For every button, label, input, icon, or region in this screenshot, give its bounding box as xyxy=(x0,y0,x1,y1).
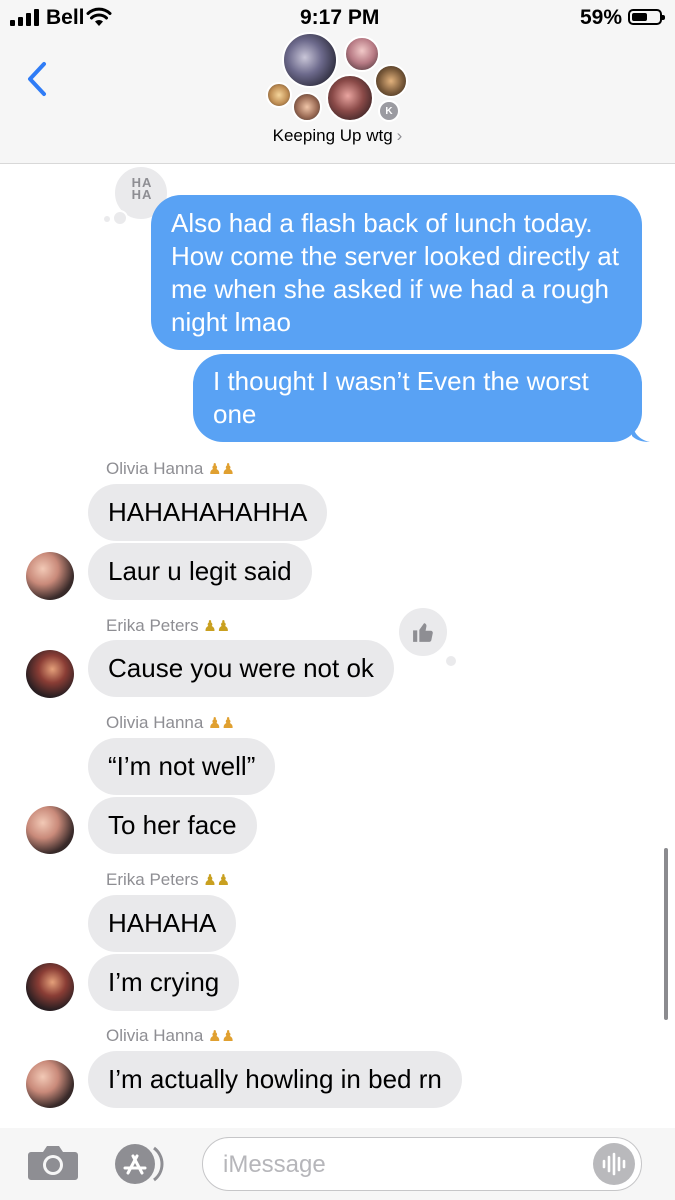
message-input-field[interactable] xyxy=(202,1137,642,1191)
sent-message-text: I thought I wasn’t Even the worst one xyxy=(213,366,589,429)
thumbs-up-glyph xyxy=(413,623,433,642)
sender-name-label: Olivia Hanna xyxy=(106,713,204,732)
wifi-icon xyxy=(86,7,112,26)
group-member-avatar xyxy=(374,64,408,98)
received-message[interactable]: To her face xyxy=(88,797,257,854)
couple-emoji-icon: ♟♟ xyxy=(208,715,235,732)
sender-name: Olivia Hanna ♟♟ xyxy=(106,713,235,733)
couple-emoji-icon: ♟♟ xyxy=(208,1028,235,1045)
sender-name-label: Erika Peters xyxy=(106,616,199,635)
group-name[interactable]: Keeping Up wtg › xyxy=(0,126,675,146)
sender-avatar[interactable] xyxy=(26,650,74,698)
couple-emoji-icon: ♟♟ xyxy=(203,618,231,635)
sender-name: Olivia Hanna ♟♟ xyxy=(106,1026,235,1046)
received-message-text: I’m actually howling in bed rn xyxy=(108,1064,442,1094)
sender-avatar[interactable] xyxy=(26,806,74,854)
group-member-avatar xyxy=(344,36,380,72)
sender-name: Erika Peters ♟♟ xyxy=(106,616,230,636)
received-message[interactable]: I’m actually howling in bed rn xyxy=(88,1051,462,1108)
sender-name-label: Erika Peters xyxy=(106,870,199,889)
received-message[interactable]: HAHAHA xyxy=(88,895,237,952)
sent-message[interactable]: I thought I wasn’t Even the worst one xyxy=(193,354,642,442)
reaction-bubble-dot xyxy=(112,210,128,226)
received-message-text: HAHAHAHAHHA xyxy=(108,497,308,527)
group-member-initial: K xyxy=(378,100,400,122)
message-input[interactable] xyxy=(221,1148,565,1182)
received-message-text: Laur u legit said xyxy=(108,556,292,586)
message-composer xyxy=(0,1128,675,1200)
sender-avatar[interactable] xyxy=(26,552,74,600)
received-message-text: To her face xyxy=(108,810,237,840)
group-member-avatar xyxy=(326,74,374,122)
carrier-name: Bell xyxy=(46,6,85,29)
group-avatar-cluster[interactable]: K xyxy=(260,30,420,130)
signal-icon xyxy=(10,9,42,26)
sender-avatar[interactable] xyxy=(26,963,74,1011)
chevron-right-icon: › xyxy=(396,126,403,145)
sender-avatar[interactable] xyxy=(26,1060,74,1108)
scroll-indicator[interactable] xyxy=(664,848,668,1020)
sender-name: Erika Peters ♟♟ xyxy=(106,870,230,890)
group-name-label: Keeping Up wtg xyxy=(272,126,393,145)
group-member-avatar xyxy=(282,32,338,88)
back-chevron-icon[interactable] xyxy=(24,60,52,98)
conversation-header: Bell 9:17 PM 59% K Keeping Up wtg › xyxy=(0,0,675,164)
audio-waveform-icon[interactable] xyxy=(593,1143,635,1185)
received-message[interactable]: Laur u legit said xyxy=(88,543,312,600)
received-message[interactable]: “I’m not well” xyxy=(88,738,276,795)
received-message[interactable]: I’m crying xyxy=(88,954,240,1011)
received-message[interactable]: HAHAHAHAHHA xyxy=(88,484,328,541)
app-store-icon[interactable] xyxy=(114,1143,172,1185)
received-message-text: I’m crying xyxy=(108,967,220,997)
received-message-text: Cause you were not ok xyxy=(108,653,374,683)
thumbs-up-reaction-icon[interactable] xyxy=(396,605,450,659)
received-message[interactable]: Cause you were not ok xyxy=(88,640,394,697)
couple-emoji-icon: ♟♟ xyxy=(203,872,231,889)
couple-emoji-icon: ♟♟ xyxy=(208,461,235,478)
battery-icon xyxy=(628,9,665,25)
sender-name-label: Olivia Hanna xyxy=(106,1026,204,1045)
haha-reaction-label: HA HA xyxy=(131,175,153,202)
received-message-text: HAHAHA xyxy=(108,908,217,938)
battery-percentage: 59% xyxy=(580,6,623,29)
sender-name: Olivia Hanna ♟♟ xyxy=(106,459,235,479)
reaction-bubble-dot xyxy=(104,216,110,222)
group-member-avatar xyxy=(266,82,292,108)
sender-name-label: Olivia Hanna xyxy=(106,459,204,478)
status-time: 9:17 PM xyxy=(300,6,380,29)
group-member-avatar xyxy=(292,92,322,122)
received-message-text: “I’m not well” xyxy=(108,751,256,781)
sent-message[interactable]: Also had a flash back of lunch today. Ho… xyxy=(151,195,642,350)
reaction-bubble-dot xyxy=(444,654,458,668)
waveform-glyph xyxy=(602,1152,626,1176)
camera-icon[interactable] xyxy=(27,1144,79,1182)
sent-message-text: Also had a flash back of lunch today. Ho… xyxy=(171,208,619,337)
bubble-tail xyxy=(632,424,650,442)
